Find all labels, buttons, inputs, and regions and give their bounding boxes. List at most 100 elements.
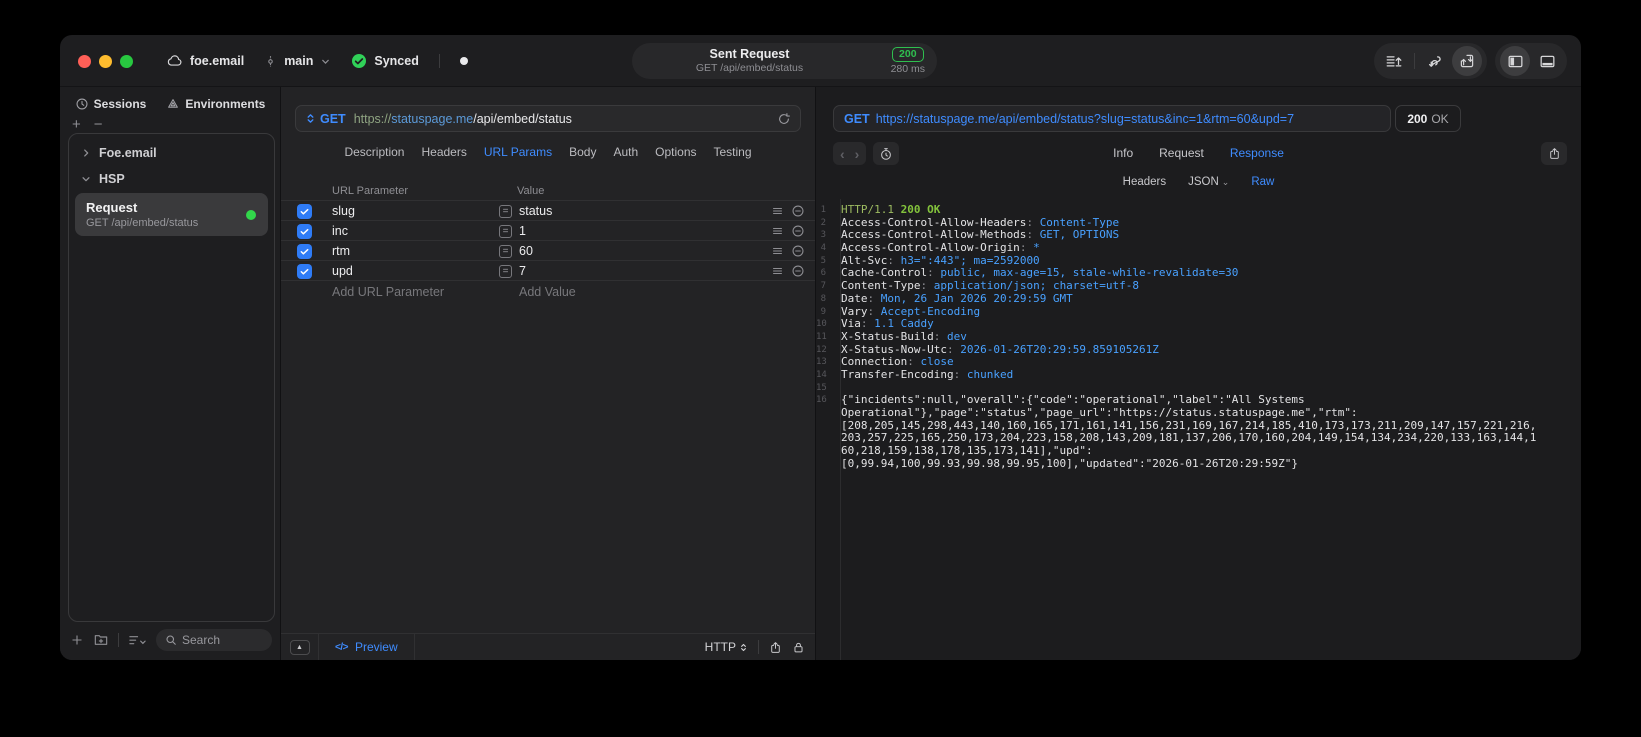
- tab-description[interactable]: Description: [344, 145, 404, 159]
- close-window-button[interactable]: [78, 55, 91, 68]
- param-name[interactable]: slug: [332, 204, 355, 218]
- param-value[interactable]: 1: [519, 224, 526, 238]
- request-item-title: Request: [86, 200, 138, 215]
- remove-param-icon[interactable]: [791, 204, 805, 218]
- method-selector-icon[interactable]: [305, 112, 316, 125]
- method-label[interactable]: GET: [320, 112, 346, 126]
- tab-testing[interactable]: Testing: [714, 145, 752, 159]
- header-name: Date: [841, 291, 868, 305]
- tab-environments[interactable]: Environments: [166, 97, 265, 111]
- column-value: Value: [517, 185, 545, 197]
- tree-group-label: Foe.email: [99, 146, 157, 160]
- response-tab-info[interactable]: Info: [1113, 146, 1133, 160]
- response-raw-container[interactable]: 1 HTTP/1.1 200 OK 2 Access-Control-Allow-He…: [816, 199, 1581, 660]
- param-name[interactable]: upd: [332, 264, 353, 278]
- param-row: slug status: [281, 201, 815, 221]
- sort-options-button[interactable]: [128, 634, 147, 647]
- toggle-left-sidebar-button[interactable]: [1500, 46, 1530, 76]
- param-value[interactable]: status: [519, 204, 552, 218]
- param-name[interactable]: rtm: [332, 244, 350, 258]
- app-window: foe.email main Synced Sent Request GET /…: [60, 35, 1581, 660]
- add-session-button[interactable]: +: [72, 116, 81, 133]
- url-input[interactable]: GET https://statuspage.me/api/embed/stat…: [295, 105, 801, 132]
- share-icon: [1549, 148, 1559, 159]
- tab-auth[interactable]: Auth: [613, 145, 638, 159]
- tab-options[interactable]: Options: [655, 145, 696, 159]
- param-name[interactable]: inc: [332, 224, 348, 238]
- response-subtab-headers[interactable]: Headers: [1123, 176, 1166, 188]
- remove-param-icon[interactable]: [791, 244, 805, 258]
- code-icon: [335, 642, 348, 653]
- traffic-lights: [78, 55, 133, 68]
- commit-icon: [264, 54, 277, 69]
- param-checkbox[interactable]: [297, 263, 312, 279]
- param-checkbox[interactable]: [297, 243, 312, 259]
- reorder-icon[interactable]: [771, 205, 784, 217]
- lock-icon[interactable]: [792, 640, 805, 655]
- response-tab-response[interactable]: Response: [1230, 146, 1284, 160]
- import-button[interactable]: [1379, 46, 1409, 76]
- branch-name[interactable]: main: [284, 54, 313, 68]
- sent-url: https://statuspage.me/api/embed/status?s…: [875, 111, 1295, 126]
- new-folder-button[interactable]: [93, 632, 109, 648]
- request-duration: 280 ms: [890, 63, 925, 75]
- param-row-icons: [771, 261, 805, 280]
- share-button[interactable]: [769, 640, 782, 655]
- response-line: 14 Transfer-Encoding: chunked: [816, 368, 1581, 382]
- flow-button[interactable]: [1420, 46, 1450, 76]
- param-value[interactable]: 7: [519, 264, 526, 278]
- response-subtab-json[interactable]: JSON: [1188, 176, 1229, 188]
- resend-icon[interactable]: [777, 112, 791, 126]
- response-subtab-raw[interactable]: Raw: [1251, 176, 1274, 188]
- request-list-item[interactable]: Request GET /api/embed/status: [75, 193, 268, 236]
- header-name: X-Status-Now-Utc: [841, 342, 947, 356]
- header-value: application/json; charset=utf-8: [933, 279, 1140, 293]
- subtab-label: Raw: [1251, 176, 1275, 188]
- zoom-window-button[interactable]: [120, 55, 133, 68]
- tab-url-params[interactable]: URL Params: [484, 145, 552, 159]
- reorder-icon[interactable]: [771, 245, 784, 257]
- subtab-label: Headers: [1122, 176, 1167, 188]
- collapse-panel-button[interactable]: [281, 634, 319, 660]
- param-checkbox[interactable]: [297, 223, 312, 239]
- param-value[interactable]: 60: [519, 244, 533, 258]
- add-param-value[interactable]: Add Value: [519, 285, 576, 299]
- equals-icon: [499, 244, 512, 258]
- chevron-right-icon: [84, 149, 89, 157]
- tab-environments-label: Environments: [185, 97, 266, 111]
- divider: [438, 54, 440, 68]
- history-icon: [76, 98, 88, 110]
- body-text: [0,99.94,100,99.93,99.98,99.95,100],"upd…: [841, 456, 1298, 470]
- response-status-box: 200 OK: [1395, 105, 1461, 132]
- toggle-bottom-panel-button[interactable]: [1532, 46, 1562, 76]
- line-number: 7: [820, 281, 826, 292]
- sent-request-url[interactable]: GET https://statuspage.me/api/embed/stat…: [833, 105, 1391, 132]
- export-response-button[interactable]: [1541, 142, 1567, 165]
- search-input[interactable]: Search: [156, 629, 272, 651]
- remove-session-button[interactable]: −: [94, 116, 103, 133]
- minimize-window-button[interactable]: [99, 55, 112, 68]
- preview-button[interactable]: Preview: [319, 634, 415, 660]
- tree-group-hsp[interactable]: HSP: [69, 166, 274, 192]
- add-request-button[interactable]: [70, 633, 84, 647]
- tab-headers[interactable]: Headers: [421, 145, 466, 159]
- send-receive-button[interactable]: [1452, 46, 1482, 76]
- line-number: [816, 432, 833, 445]
- protocol-selector[interactable]: HTTP: [705, 640, 748, 654]
- chevron-down-icon[interactable]: [320, 56, 331, 67]
- request-summary-pill[interactable]: Sent Request GET /api/embed/status 200 2…: [632, 43, 937, 79]
- tab-sessions[interactable]: Sessions: [75, 97, 146, 111]
- tree-group-foe-email[interactable]: Foe.email: [69, 140, 274, 166]
- add-param-name[interactable]: Add URL Parameter: [332, 285, 444, 299]
- url-scheme: https://: [353, 111, 392, 126]
- add-param-row[interactable]: Add URL Parameter Add Value: [281, 281, 815, 302]
- response-tab-request[interactable]: Request: [1159, 146, 1204, 160]
- tab-body[interactable]: Body: [569, 145, 596, 159]
- remove-param-icon[interactable]: [791, 224, 805, 238]
- param-checkbox[interactable]: [297, 203, 312, 219]
- remove-param-icon[interactable]: [791, 264, 805, 278]
- reorder-icon[interactable]: [771, 225, 784, 237]
- reorder-icon[interactable]: [771, 265, 784, 277]
- line-number: 16: [816, 395, 827, 406]
- project-name[interactable]: foe.email: [190, 54, 244, 68]
